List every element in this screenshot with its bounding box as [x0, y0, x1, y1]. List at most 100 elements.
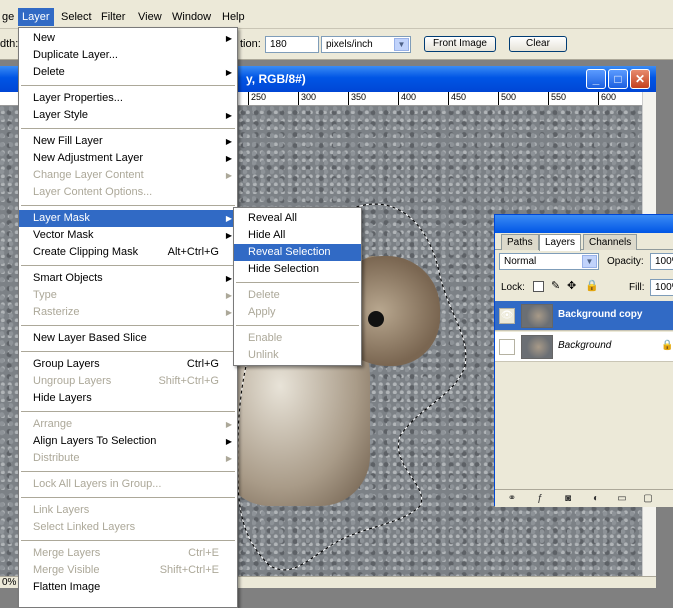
- new-layer-icon[interactable]: ▢: [641, 493, 655, 505]
- add-mask-icon[interactable]: ◙: [561, 493, 575, 505]
- menu-item-label: Change Layer Content: [33, 169, 144, 181]
- lock-transparent-icon[interactable]: [533, 281, 544, 292]
- menu-view[interactable]: View: [134, 8, 166, 26]
- menu-item-reveal-all[interactable]: Reveal All: [234, 210, 361, 227]
- eye-toggle[interactable]: [499, 339, 515, 355]
- submenu-arrow-icon: ▶: [225, 214, 232, 223]
- menu-separator: [21, 497, 235, 498]
- menu-filter[interactable]: Filter: [97, 8, 129, 26]
- ruler-tick: 300: [298, 92, 316, 105]
- menu-separator: [236, 325, 359, 326]
- menu-separator: [21, 540, 235, 541]
- menu-item-label: Link Layers: [33, 504, 90, 516]
- menu-item-layer-properties[interactable]: Layer Properties...: [19, 90, 237, 107]
- fill-input[interactable]: 100%: [650, 279, 673, 296]
- layers-panel: Paths Layers Channels Normal ▼ Opacity: …: [494, 214, 673, 507]
- menu-item-vector-mask[interactable]: Vector Mask ▶: [19, 227, 237, 244]
- submenu-arrow-icon: ▶: [225, 111, 232, 120]
- menu-item-label: Duplicate Layer...: [33, 49, 118, 61]
- menu-item-hide-layers[interactable]: Hide Layers: [19, 390, 237, 407]
- layer-row-background-copy[interactable]: 👁 Background copy: [495, 301, 673, 331]
- menu-item-layer-style[interactable]: Layer Style ▶: [19, 107, 237, 124]
- ruler-tick: 600: [598, 92, 616, 105]
- menu-select[interactable]: Select: [57, 8, 96, 26]
- menu-item-new[interactable]: New ▶: [19, 30, 237, 47]
- menu-item-create-clipping-mask[interactable]: Create Clipping Mask Alt+Ctrl+G: [19, 244, 237, 261]
- ruler-tick: 350: [348, 92, 366, 105]
- layer-name: Background copy: [558, 309, 643, 320]
- menu-item-hide-selection[interactable]: Hide Selection: [234, 261, 361, 278]
- menu-item-delete[interactable]: Delete ▶: [19, 64, 237, 81]
- menu-item-shortcut: Ctrl+E: [188, 547, 219, 559]
- menu-image[interactable]: ge: [0, 8, 18, 26]
- lock-position-icon[interactable]: ✥: [567, 279, 576, 292]
- opacity-input[interactable]: 100%: [650, 253, 673, 270]
- menu-item-label: Vector Mask: [33, 229, 94, 241]
- maximize-button[interactable]: □: [608, 69, 628, 89]
- menu-item-label: Merge Visible: [33, 564, 100, 576]
- menu-item-label: Reveal Selection: [248, 246, 331, 258]
- menu-item-unlink: Unlink: [234, 347, 361, 364]
- menu-help[interactable]: Help: [218, 8, 249, 26]
- submenu-arrow-icon: ▶: [225, 291, 232, 300]
- menu-window[interactable]: Window: [168, 8, 215, 26]
- units-select[interactable]: pixels/inch ▼: [321, 36, 411, 53]
- menu-item-enable: Enable: [234, 330, 361, 347]
- ruler-tick: 550: [548, 92, 566, 105]
- menu-item-rasterize: Rasterize ▶: [19, 304, 237, 321]
- link-layers-icon[interactable]: ⚭: [505, 493, 519, 505]
- minimize-button[interactable]: _: [586, 69, 606, 89]
- menu-item-label: Arrange: [33, 418, 73, 430]
- menu-item-reveal-selection[interactable]: Reveal Selection: [234, 244, 361, 261]
- menu-item-label: Hide Layers: [33, 392, 92, 404]
- menu-item-hide-all[interactable]: Hide All: [234, 227, 361, 244]
- layers-panel-titlebar[interactable]: [495, 215, 673, 233]
- tab-channels[interactable]: Channels: [583, 234, 638, 250]
- menu-item-label: Layer Properties...: [33, 92, 123, 104]
- clear-button[interactable]: Clear: [509, 36, 567, 52]
- menu-item-ungroup-layers: Ungroup Layers Shift+Ctrl+G: [19, 373, 237, 390]
- units-value: pixels/inch: [326, 39, 373, 50]
- resolution-input[interactable]: 180: [265, 36, 319, 53]
- menu-item-smart-objects[interactable]: Smart Objects ▶: [19, 270, 237, 287]
- menu-item-align-layers-to-selection[interactable]: Align Layers To Selection ▶: [19, 433, 237, 450]
- menu-item-label: Hide Selection: [248, 263, 319, 275]
- width-label: dth:: [0, 38, 19, 50]
- ruler-tick: 250: [248, 92, 266, 105]
- lock-icon: 🔒: [661, 340, 673, 351]
- eye-icon[interactable]: 👁: [499, 308, 515, 324]
- layer-menu: New ▶ Duplicate Layer... Delete ▶ Layer Prope…: [18, 27, 238, 608]
- layers-panel-tabs: Paths Layers Channels: [495, 233, 673, 251]
- resolution-label: tion:: [240, 38, 261, 50]
- menu-item-new-fill-layer[interactable]: New Fill Layer ▶: [19, 133, 237, 150]
- lock-all-icon[interactable]: 🔒: [585, 279, 599, 292]
- menu-item-label: Distribute: [33, 452, 80, 464]
- menu-item-new-adjustment-layer[interactable]: New Adjustment Layer ▶: [19, 150, 237, 167]
- menu-item-label: Enable: [248, 332, 283, 344]
- menu-item-new-layer-based-slice[interactable]: New Layer Based Slice: [19, 330, 237, 347]
- menu-item-lock-all-layers-in-group: Lock All Layers in Group...: [19, 476, 237, 493]
- layer-style-icon[interactable]: ƒ: [533, 493, 547, 505]
- lock-image-icon[interactable]: ✎: [551, 279, 560, 292]
- front-image-button[interactable]: Front Image: [424, 36, 496, 52]
- blend-mode-select[interactable]: Normal ▼: [499, 253, 599, 270]
- tab-layers[interactable]: Layers: [539, 234, 582, 251]
- adjustment-layer-icon[interactable]: ◐: [589, 493, 603, 505]
- new-group-icon[interactable]: ▭: [615, 493, 629, 505]
- menu-item-label: Layer Mask: [33, 212, 90, 224]
- submenu-arrow-icon: ▶: [225, 437, 232, 446]
- close-button[interactable]: ✕: [630, 69, 650, 89]
- menu-item-group-layers[interactable]: Group Layers Ctrl+G: [19, 356, 237, 373]
- submenu-arrow-icon: ▶: [225, 231, 232, 240]
- menu-item-change-layer-content: Change Layer Content ▶: [19, 167, 237, 184]
- menu-item-flatten-image[interactable]: Flatten Image: [19, 579, 237, 596]
- layer-row-background[interactable]: Background 🔒: [495, 332, 673, 362]
- menu-item-link-layers: Link Layers: [19, 502, 237, 519]
- menu-item-duplicate-layer[interactable]: Duplicate Layer...: [19, 47, 237, 64]
- submenu-arrow-icon: ▶: [225, 308, 232, 317]
- menu-layer[interactable]: Layer: [18, 8, 54, 26]
- menu-item-label: Delete: [33, 66, 65, 78]
- menu-bar: ge Layer Select Filter View Window Help: [0, 0, 673, 29]
- tab-paths[interactable]: Paths: [501, 234, 539, 250]
- menu-item-layer-mask[interactable]: Layer Mask ▶: [19, 210, 237, 227]
